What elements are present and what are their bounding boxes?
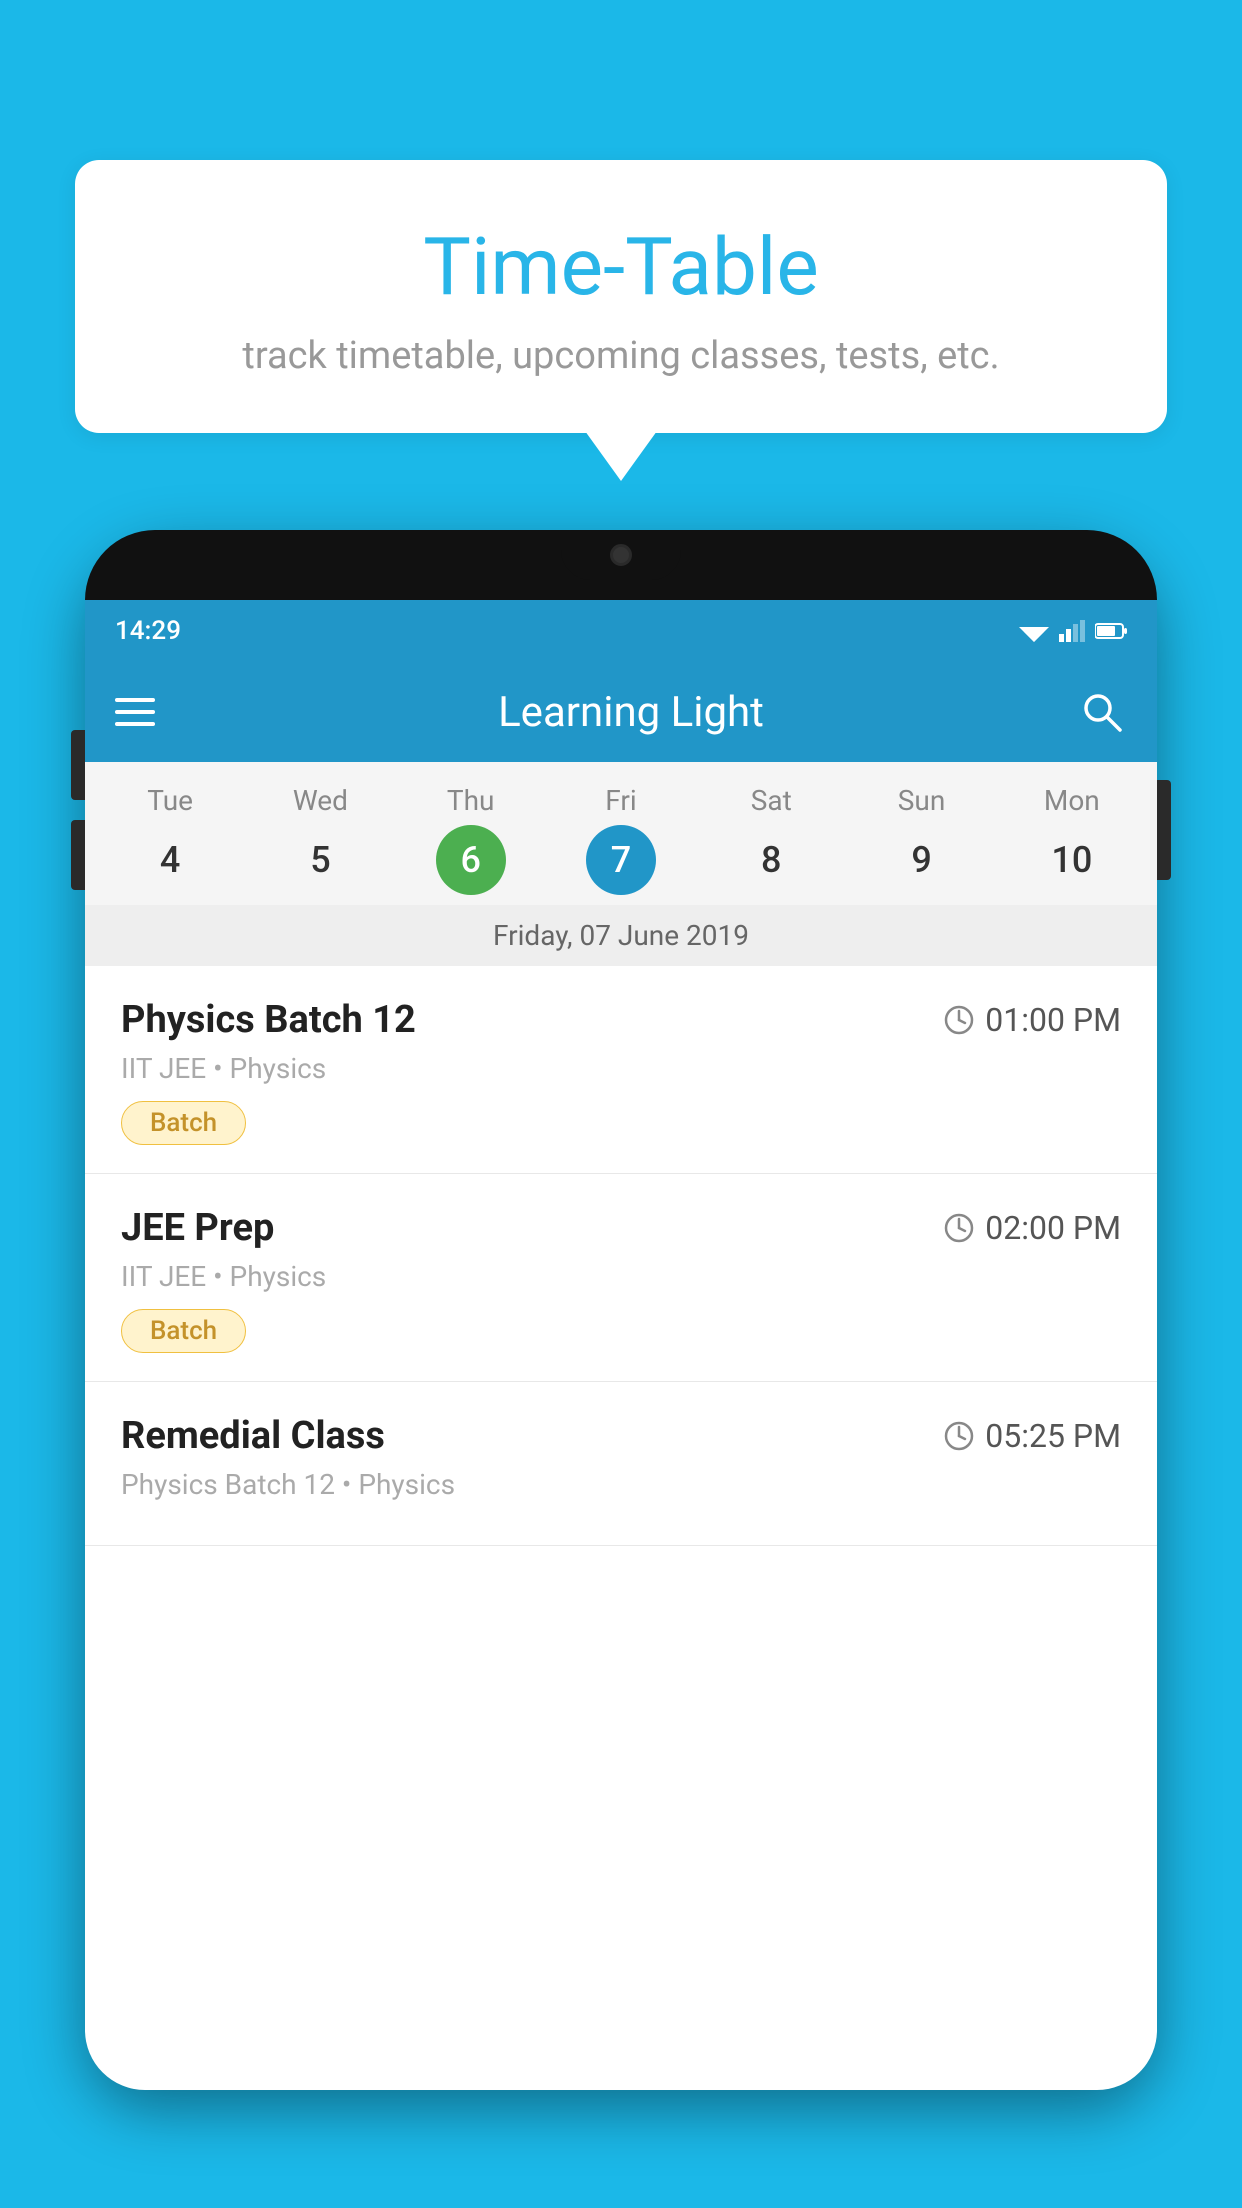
clock-icon [943, 1212, 975, 1244]
phone-mockup: 14:29 [85, 530, 1157, 2208]
calendar-day-wed[interactable]: Wed 5 [260, 784, 380, 895]
schedule-subtitle: Physics Batch 12 • Physics [121, 1468, 1121, 1501]
calendar-day-mon[interactable]: Mon 10 [1012, 784, 1132, 895]
phone-top-bezel [85, 530, 1157, 600]
status-bar: 14:29 [85, 600, 1157, 662]
day-number: 5 [285, 825, 355, 895]
day-label: Wed [293, 784, 348, 817]
clock-icon [943, 1004, 975, 1036]
phone-notch [561, 530, 681, 580]
schedule-item[interactable]: Remedial Class 05:25 PM Physics Batch 12 •… [85, 1382, 1157, 1546]
day-label: Tue [147, 784, 193, 817]
calendar-day-sun[interactable]: Sun 9 [862, 784, 982, 895]
power-button [1157, 780, 1171, 880]
battery-icon [1095, 622, 1127, 640]
schedule-time: 05:25 PM [943, 1417, 1121, 1455]
front-camera [610, 544, 632, 566]
day-number: 8 [736, 825, 806, 895]
calendar-day-tue[interactable]: Tue 4 [110, 784, 230, 895]
hamburger-line-2 [115, 710, 155, 714]
day-number: 10 [1037, 825, 1107, 895]
speech-bubble-card: Time-Table track timetable, upcoming cla… [75, 160, 1167, 433]
schedule-title: Remedial Class [121, 1414, 385, 1458]
phone-screen: 14:29 [85, 600, 1157, 2090]
schedule-item[interactable]: JEE Prep 02:00 PM IIT JEE • Physics Batch [85, 1174, 1157, 1382]
day-label: Fri [605, 784, 636, 817]
menu-icon[interactable] [115, 698, 155, 726]
calendar-selected-date: Friday, 07 June 2019 [85, 905, 1157, 966]
app-bar: Learning Light [85, 662, 1157, 762]
day-label: Thu [447, 784, 495, 817]
calendar-header: Tue 4 Wed 5 Thu 6 Fri 7 Sat 8 Sun 9 Mon 10 [85, 762, 1157, 905]
page-subtitle: track timetable, upcoming classes, tests… [125, 334, 1117, 378]
day-number: 6 [436, 825, 506, 895]
calendar-day-sat[interactable]: Sat 8 [711, 784, 831, 895]
batch-badge: Batch [121, 1309, 246, 1353]
day-label: Sat [751, 784, 792, 817]
clock-icon [943, 1420, 975, 1452]
schedule-list: Physics Batch 12 01:00 PM IIT JEE • Physic… [85, 966, 1157, 1546]
day-number: 4 [135, 825, 205, 895]
schedule-item[interactable]: Physics Batch 12 01:00 PM IIT JEE • Physic… [85, 966, 1157, 1174]
signal-icon [1059, 620, 1085, 642]
calendar-day-thu[interactable]: Thu 6 [411, 784, 531, 895]
day-number: 7 [586, 825, 656, 895]
status-time: 14:29 [115, 616, 181, 646]
schedule-time: 02:00 PM [943, 1209, 1121, 1247]
volume-up-button [71, 730, 85, 800]
hamburger-line-3 [115, 722, 155, 726]
volume-down-button [71, 820, 85, 890]
page-title: Time-Table [125, 220, 1117, 314]
schedule-subtitle: IIT JEE • Physics [121, 1260, 1121, 1293]
day-label: Sun [898, 784, 946, 817]
day-number: 9 [887, 825, 957, 895]
app-bar-title: Learning Light [185, 688, 1077, 737]
batch-badge: Batch [121, 1101, 246, 1145]
schedule-subtitle: IIT JEE • Physics [121, 1052, 1121, 1085]
wifi-icon [1019, 620, 1049, 642]
schedule-title: JEE Prep [121, 1206, 274, 1250]
speech-bubble: Time-Table track timetable, upcoming cla… [75, 160, 1167, 433]
schedule-title: Physics Batch 12 [121, 998, 416, 1042]
day-label: Mon [1044, 784, 1100, 817]
search-icon [1080, 690, 1124, 734]
schedule-time: 01:00 PM [943, 1001, 1121, 1039]
phone-body: 14:29 [85, 530, 1157, 2090]
status-icons [1019, 620, 1127, 642]
calendar-day-fri[interactable]: Fri 7 [561, 784, 681, 895]
hamburger-line-1 [115, 698, 155, 702]
search-button[interactable] [1077, 687, 1127, 737]
